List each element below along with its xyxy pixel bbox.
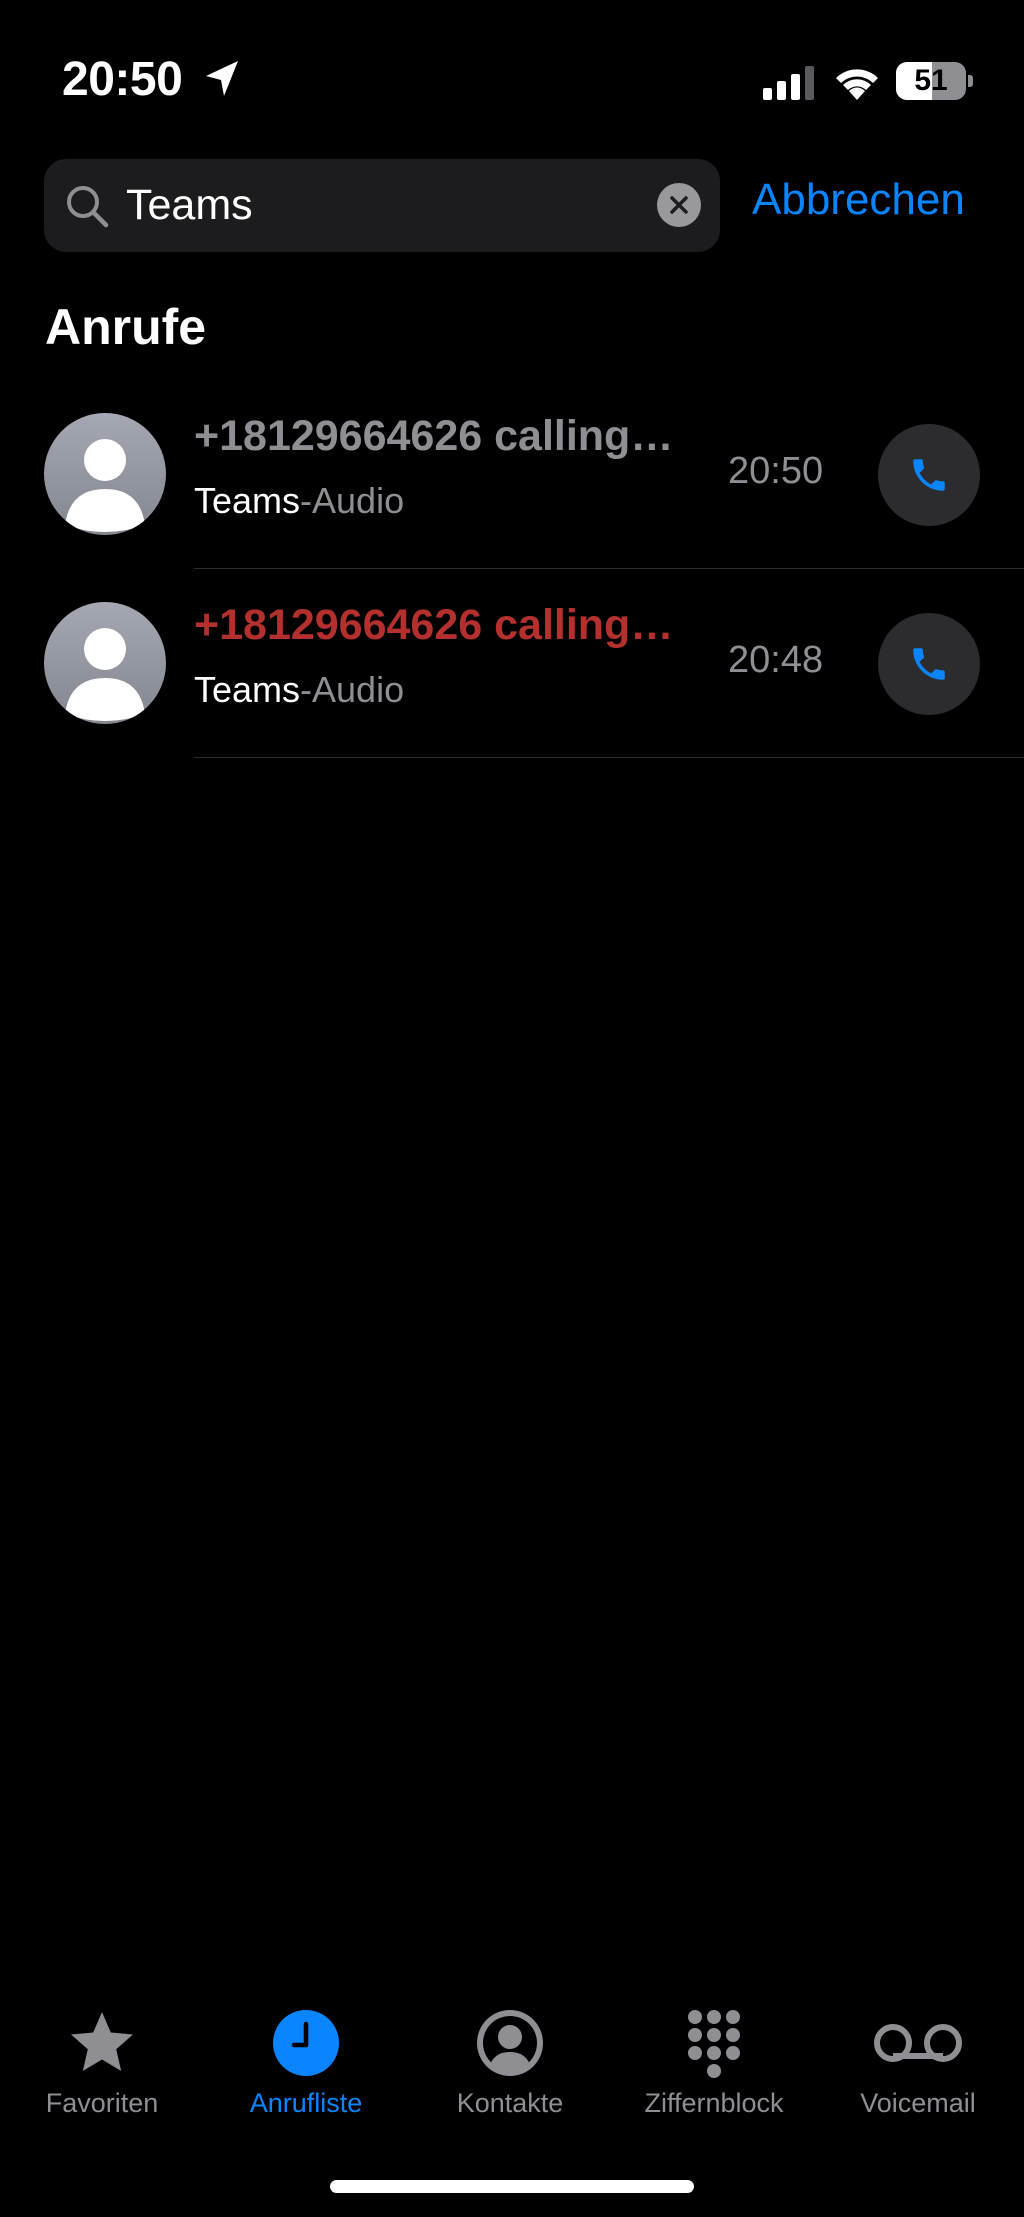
call-list: +18129664626 calling from Teams Teams-Au… (0, 380, 1024, 758)
tab-label: Voicemail (860, 2088, 976, 2118)
call-type: -Audio (300, 480, 405, 521)
call-time: 20:48 (728, 639, 824, 681)
tab-label: Ziffernblock (644, 2088, 784, 2118)
search-input[interactable] (126, 159, 646, 252)
tab-anrufliste[interactable]: Anrufliste (204, 1990, 408, 2120)
cellular-signal-icon (763, 66, 814, 100)
call-subtitle: Teams-Audio (194, 480, 404, 522)
call-row[interactable]: +18129664626 calling from Teams Teams-Au… (0, 380, 1024, 569)
call-time: 20:50 (728, 450, 824, 492)
search-icon (67, 186, 109, 228)
person-circle-icon (477, 2010, 543, 2076)
tab-ziffernblock[interactable]: Ziffernblock (612, 1990, 816, 2120)
call-back-button[interactable] (878, 424, 980, 526)
avatar (44, 602, 166, 724)
call-type: -Audio (300, 669, 405, 710)
battery-level: 51 (914, 64, 948, 97)
call-back-button[interactable] (878, 613, 980, 715)
star-icon (71, 2012, 133, 2071)
battery-cap (968, 75, 973, 87)
avatar (44, 413, 166, 535)
keypad-icon (688, 2010, 740, 2078)
section-title: Anrufe (45, 299, 207, 355)
call-app-name: Teams (194, 669, 301, 710)
cancel-button[interactable]: Abbrechen (752, 175, 965, 225)
call-app-name: Teams (194, 480, 301, 521)
wifi-icon (836, 69, 878, 100)
location-arrow-icon (206, 61, 238, 96)
tab-label: Favoriten (45, 2088, 159, 2118)
tab-label: Anrufliste (249, 2088, 363, 2118)
call-subtitle: Teams-Audio (194, 669, 404, 711)
battery-indicator: 51 (896, 62, 974, 100)
row-divider (194, 757, 1024, 758)
call-title-missed: +18129664626 calling from Teams (194, 601, 684, 649)
tab-favoriten[interactable]: Favoriten (0, 1990, 204, 2120)
search-field[interactable] (44, 159, 720, 252)
clear-search-icon[interactable] (657, 183, 701, 227)
voicemail-icon (874, 2024, 962, 2062)
battery-body: 51 (896, 62, 966, 100)
phone-icon (913, 648, 945, 680)
call-row[interactable]: +18129664626 calling from Teams Teams-Au… (0, 569, 1024, 758)
call-title: +18129664626 calling from Teams (194, 412, 684, 460)
clock-icon (273, 2010, 339, 2076)
status-bar: 20:50 51 (0, 0, 1024, 160)
tab-kontakte[interactable]: Kontakte (408, 1990, 612, 2120)
home-indicator (330, 2180, 694, 2193)
tab-bar: Favoriten Anrufliste Kontakte Ziffernblo… (0, 1990, 1024, 2120)
status-time: 20:50 (62, 53, 183, 106)
tab-label: Kontakte (456, 2088, 564, 2118)
tab-voicemail[interactable]: Voicemail (816, 1990, 1020, 2120)
phone-icon (913, 459, 945, 491)
